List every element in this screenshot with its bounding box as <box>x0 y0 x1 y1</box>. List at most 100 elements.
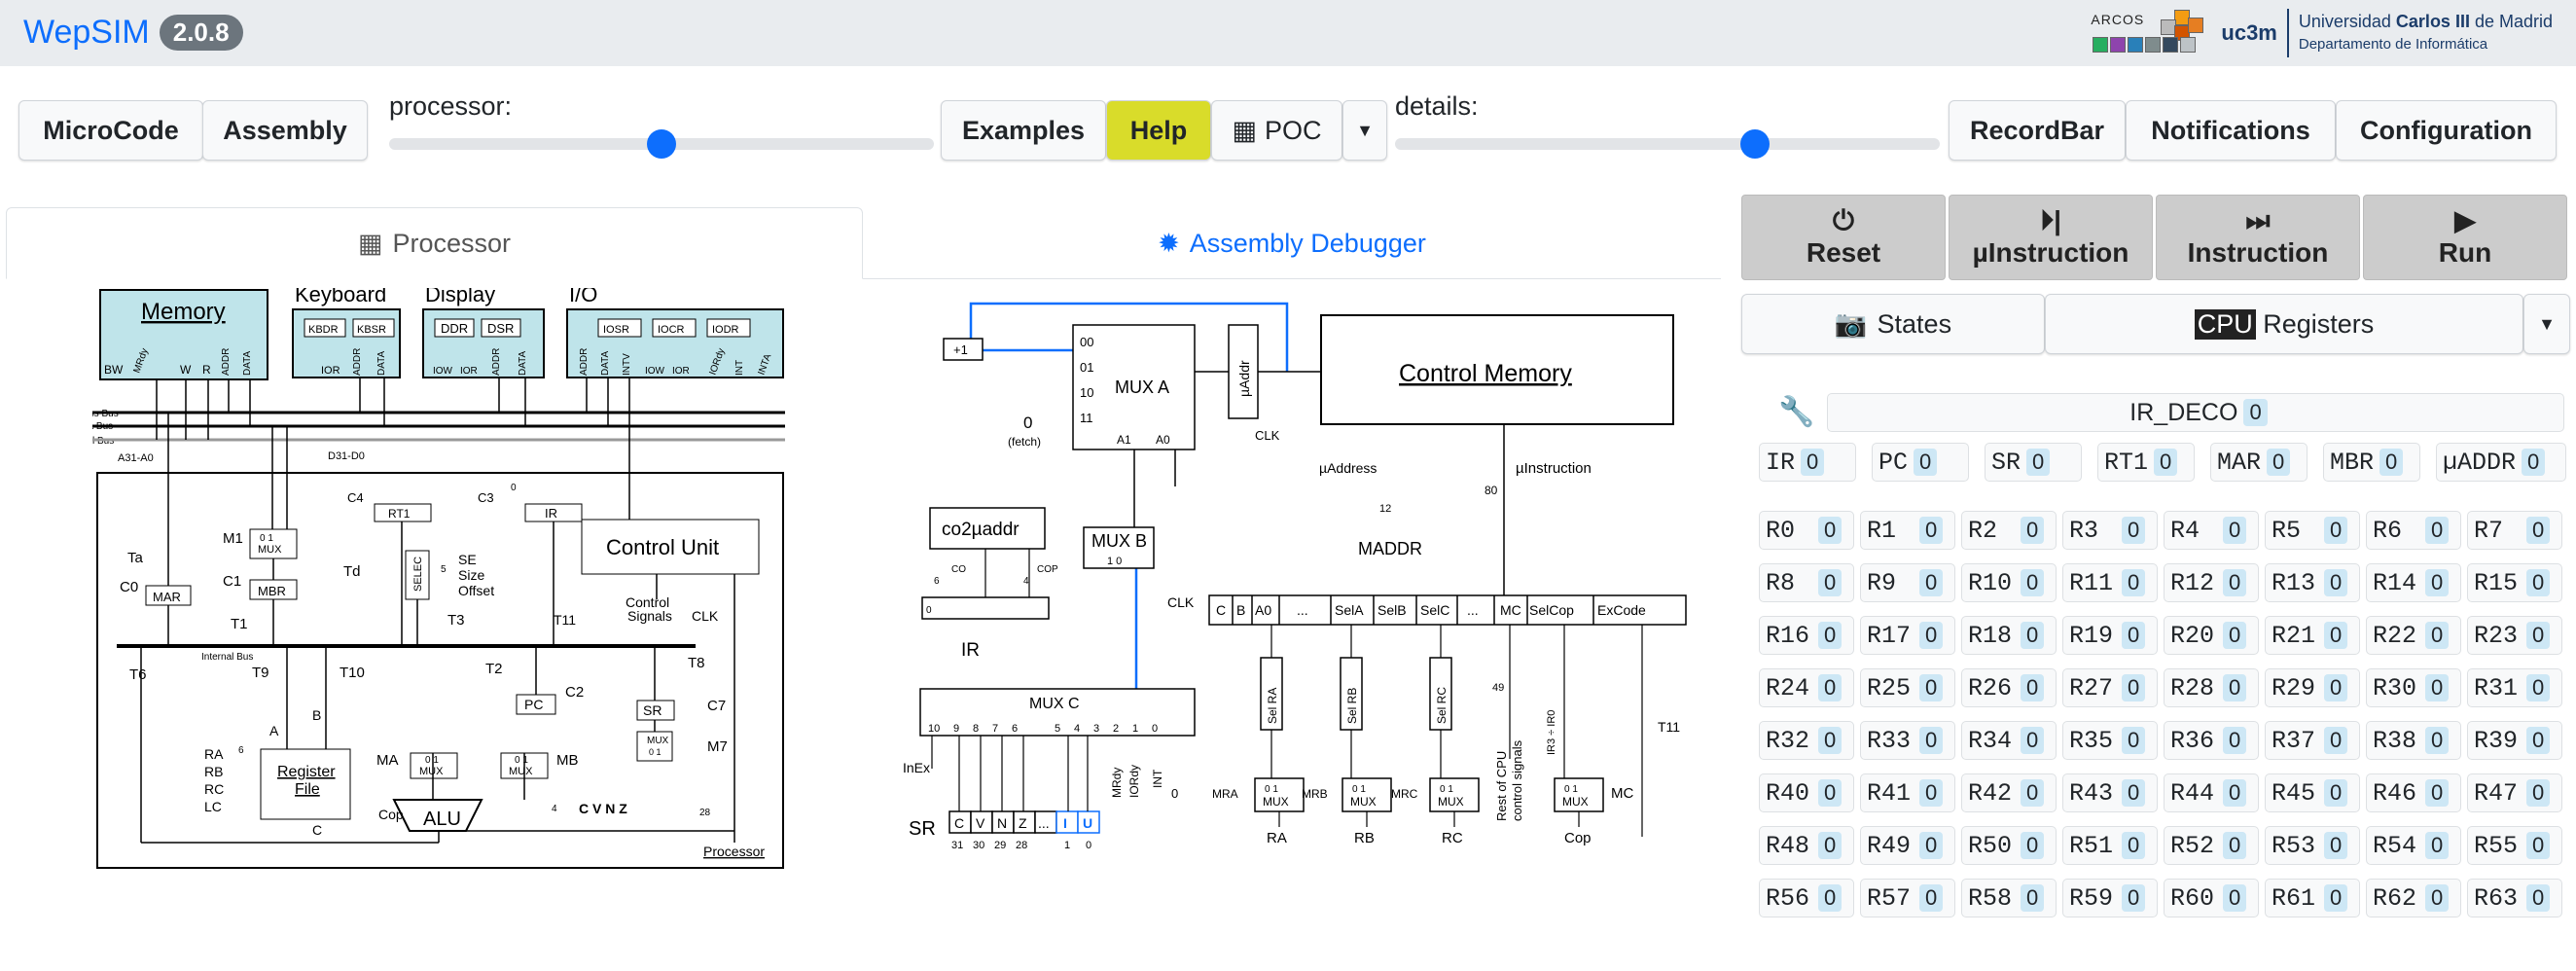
register-value: 0 <box>1818 517 1843 544</box>
iosr-label: IOSR <box>603 324 629 336</box>
register-r40[interactable]: R40 0 <box>1759 773 1854 812</box>
tab-processor[interactable]: ▦ Processor <box>6 207 863 279</box>
register-r21[interactable]: R21 0 <box>2265 616 2360 655</box>
details-slider[interactable] <box>1395 129 1940 159</box>
register-r25[interactable]: R25 0 <box>1860 668 1955 707</box>
special-register-mar[interactable]: MAR 0 <box>2210 443 2308 482</box>
reset-button[interactable]: ⏻ Reset <box>1741 195 1946 280</box>
register-r45[interactable]: R45 0 <box>2265 773 2360 812</box>
register-r27[interactable]: R27 0 <box>2062 668 2158 707</box>
register-r55[interactable]: R55 0 <box>2467 826 2562 865</box>
register-value: 0 <box>2526 727 2551 754</box>
register-r13[interactable]: R13 0 <box>2265 563 2360 602</box>
register-r22[interactable]: R22 0 <box>2366 616 2461 655</box>
register-r0[interactable]: R0 0 <box>1759 511 1854 550</box>
register-r61[interactable]: R61 0 <box>2265 879 2360 917</box>
assembly-button[interactable]: Assembly <box>202 100 368 161</box>
register-r18[interactable]: R18 0 <box>1961 616 2057 655</box>
register-r49[interactable]: R49 0 <box>1860 826 1955 865</box>
register-r2[interactable]: R2 0 <box>1961 511 2057 550</box>
instruction-button[interactable]: ⏭ Instruction <box>2156 195 2360 280</box>
register-r43[interactable]: R43 0 <box>2062 773 2158 812</box>
register-r37[interactable]: R37 0 <box>2265 721 2360 760</box>
special-register-rt1[interactable]: RT1 0 <box>2097 443 2195 482</box>
run-button[interactable]: ▶ Run <box>2363 195 2567 280</box>
register-r44[interactable]: R44 0 <box>2164 773 2259 812</box>
register-r54[interactable]: R54 0 <box>2366 826 2461 865</box>
register-r42[interactable]: R42 0 <box>1961 773 2057 812</box>
register-r15[interactable]: R15 0 <box>2467 563 2562 602</box>
register-r19[interactable]: R19 0 <box>2062 616 2158 655</box>
states-button[interactable]: 📷 States <box>1741 294 2045 354</box>
register-r20[interactable]: R20 0 <box>2164 616 2259 655</box>
register-r1[interactable]: R1 0 <box>1860 511 1955 550</box>
register-r7[interactable]: R7 0 <box>2467 511 2562 550</box>
ir-deco-register[interactable]: IR_DECO 0 <box>1827 393 2564 432</box>
details-slider-knob[interactable] <box>1739 129 1770 159</box>
register-r57[interactable]: R57 0 <box>1860 879 1955 917</box>
cpu-registers-button[interactable]: CPU Registers <box>2045 294 2523 354</box>
register-r50[interactable]: R50 0 <box>1961 826 2057 865</box>
register-r39[interactable]: R39 0 <box>2467 721 2562 760</box>
help-button[interactable]: Help <box>1106 100 1211 161</box>
special-register-sr[interactable]: SR 0 <box>1985 443 2082 482</box>
register-r63[interactable]: R63 0 <box>2467 879 2562 917</box>
notifications-button[interactable]: Notifications <box>2126 100 2336 161</box>
register-r41[interactable]: R41 0 <box>1860 773 1955 812</box>
register-r62[interactable]: R62 0 <box>2366 879 2461 917</box>
poc-dropdown-button[interactable]: ▼ <box>1342 100 1387 161</box>
register-r3[interactable]: R3 0 <box>2062 511 2158 550</box>
microcode-button[interactable]: MicroCode <box>18 100 203 161</box>
special-register-µaddr[interactable]: µADDR 0 <box>2436 443 2566 482</box>
register-r60[interactable]: R60 0 <box>2164 879 2259 917</box>
register-r8[interactable]: R8 0 <box>1759 563 1854 602</box>
mem-pin-data: DATA <box>242 350 253 376</box>
special-register-mbr[interactable]: MBR 0 <box>2323 443 2420 482</box>
register-r47[interactable]: R47 0 <box>2467 773 2562 812</box>
wrench-icon[interactable]: 🔧 <box>1778 395 1814 429</box>
processor-slider[interactable] <box>389 129 934 159</box>
view-dropdown-button[interactable]: ▼ <box>2523 294 2570 354</box>
register-r38[interactable]: R38 0 <box>2366 721 2461 760</box>
register-r6[interactable]: R6 0 <box>2366 511 2461 550</box>
register-r56[interactable]: R56 0 <box>1759 879 1854 917</box>
register-r23[interactable]: R23 0 <box>2467 616 2562 655</box>
special-register-pc[interactable]: PC 0 <box>1872 443 1969 482</box>
tab-assembly-debugger[interactable]: ✹ Assembly Debugger <box>863 207 1721 279</box>
register-r10[interactable]: R10 0 <box>1961 563 2057 602</box>
register-r33[interactable]: R33 0 <box>1860 721 1955 760</box>
register-r17[interactable]: R17 0 <box>1860 616 1955 655</box>
register-r9[interactable]: R9 0 <box>1860 563 1955 602</box>
register-r14[interactable]: R14 0 <box>2366 563 2461 602</box>
register-r32[interactable]: R32 0 <box>1759 721 1854 760</box>
recordbar-button[interactable]: RecordBar <box>1949 100 2126 161</box>
poc-button[interactable]: ▦ POC <box>1211 100 1342 161</box>
register-r28[interactable]: R28 0 <box>2164 668 2259 707</box>
register-r16[interactable]: R16 0 <box>1759 616 1854 655</box>
register-r59[interactable]: R59 0 <box>2062 879 2158 917</box>
register-r29[interactable]: R29 0 <box>2265 668 2360 707</box>
register-r31[interactable]: R31 0 <box>2467 668 2562 707</box>
configuration-button[interactable]: Configuration <box>2336 100 2557 161</box>
special-register-ir[interactable]: IR 0 <box>1759 443 1856 482</box>
examples-button[interactable]: Examples <box>941 100 1106 161</box>
register-r4[interactable]: R4 0 <box>2164 511 2259 550</box>
register-r48[interactable]: R48 0 <box>1759 826 1854 865</box>
register-r30[interactable]: R30 0 <box>2366 668 2461 707</box>
register-r34[interactable]: R34 0 <box>1961 721 2057 760</box>
register-r52[interactable]: R52 0 <box>2164 826 2259 865</box>
processor-slider-knob[interactable] <box>647 129 676 159</box>
register-r36[interactable]: R36 0 <box>2164 721 2259 760</box>
register-r53[interactable]: R53 0 <box>2265 826 2360 865</box>
register-r35[interactable]: R35 0 <box>2062 721 2158 760</box>
register-r26[interactable]: R26 0 <box>1961 668 2057 707</box>
register-r58[interactable]: R58 0 <box>1961 879 2057 917</box>
register-r46[interactable]: R46 0 <box>2366 773 2461 812</box>
register-r24[interactable]: R24 0 <box>1759 668 1854 707</box>
register-value: 0 <box>2526 569 2551 596</box>
register-r12[interactable]: R12 0 <box>2164 563 2259 602</box>
register-r11[interactable]: R11 0 <box>2062 563 2158 602</box>
register-r5[interactable]: R5 0 <box>2265 511 2360 550</box>
register-r51[interactable]: R51 0 <box>2062 826 2158 865</box>
uinstruction-button[interactable]: ⏵| µInstruction <box>1949 195 2153 280</box>
